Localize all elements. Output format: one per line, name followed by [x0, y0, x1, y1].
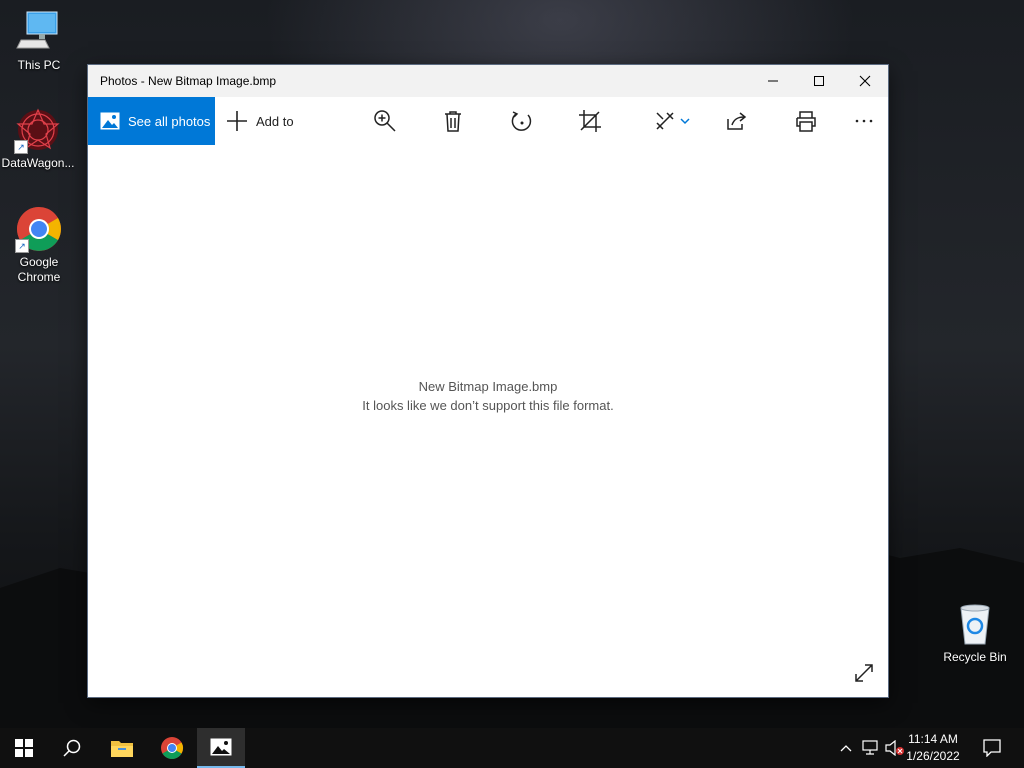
maximize-button[interactable]	[796, 65, 842, 97]
rotate-button[interactable]	[502, 97, 542, 145]
edit-create-icon	[656, 112, 674, 130]
network-button[interactable]	[860, 728, 882, 768]
add-to-label: Add to	[256, 113, 294, 129]
rotate-icon	[511, 111, 532, 131]
plus-icon	[227, 111, 247, 131]
recycle-bin-icon	[951, 600, 999, 648]
desktop-icon-label: Google Chrome	[17, 255, 61, 284]
photo-viewer-area: New Bitmap Image.bmp It looks like we do…	[88, 145, 888, 697]
show-hidden-icons-button[interactable]	[836, 728, 856, 768]
fullscreen-button[interactable]	[852, 661, 876, 685]
photos-icon	[100, 112, 120, 130]
network-icon	[862, 740, 878, 755]
desktop-icon-this-pc[interactable]: This PC	[1, 8, 77, 72]
chevron-down-icon	[680, 118, 690, 125]
photos-icon	[210, 738, 232, 756]
unsupported-format-message: New Bitmap Image.bmp It looks like we do…	[88, 377, 888, 415]
zoom-button[interactable]	[365, 97, 405, 145]
desktop-icon-label: Recycle Bin	[943, 650, 1007, 664]
title-bar[interactable]: Photos - New Bitmap Image.bmp	[88, 65, 888, 97]
chrome-icon: ↗	[15, 205, 63, 253]
chevron-up-icon	[840, 745, 852, 752]
crop-icon	[579, 110, 601, 132]
print-button[interactable]	[786, 97, 826, 145]
share-button[interactable]	[717, 97, 757, 145]
delete-button[interactable]	[433, 97, 473, 145]
more-options-button[interactable]	[844, 97, 884, 145]
shortcut-arrow-icon: ↗	[15, 239, 29, 253]
clock-date: 1/26/2022	[906, 749, 960, 763]
window-controls	[750, 65, 888, 97]
minimize-icon	[768, 80, 778, 82]
see-all-photos-label: See all photos	[128, 113, 211, 129]
chrome-icon	[161, 737, 183, 759]
taskbar: 11:14 AM 1/26/2022	[0, 728, 1024, 768]
window-title: Photos - New Bitmap Image.bmp	[100, 74, 277, 88]
folder-icon	[111, 741, 133, 757]
clock-time: 11:14 AM	[908, 732, 958, 746]
add-to-button[interactable]: Add to	[226, 97, 294, 145]
photos-toolbar: See all photos Add to	[88, 97, 888, 145]
close-button[interactable]	[842, 65, 888, 97]
crop-button[interactable]	[570, 97, 610, 145]
shortcut-arrow-icon: ↗	[14, 140, 28, 154]
maximize-icon	[814, 76, 824, 86]
file-explorer-taskbar-button[interactable]	[98, 728, 146, 768]
share-icon	[727, 112, 747, 130]
close-icon	[859, 75, 871, 87]
zoom-in-icon	[374, 110, 396, 132]
start-button[interactable]	[0, 728, 48, 768]
edit-create-button[interactable]	[648, 97, 696, 145]
desktop-icon-datawagon[interactable]: ↗ DataWagon...	[0, 106, 76, 170]
datawagon-logo-icon: ↗	[14, 106, 62, 154]
clock[interactable]: 11:14 AM 1/26/2022	[900, 731, 966, 765]
desktop-icon-google-chrome[interactable]: ↗ Google Chrome	[1, 205, 77, 285]
desktop-icon-label: DataWagon...	[1, 156, 75, 170]
ellipsis-icon	[855, 119, 873, 123]
expand-icon	[855, 664, 873, 682]
file-name: New Bitmap Image.bmp	[418, 379, 558, 394]
error-message: It looks like we don’t support this file…	[362, 398, 614, 413]
photos-window: Photos - New Bitmap Image.bmp See all ph…	[88, 65, 888, 697]
windows-logo-icon	[15, 739, 33, 757]
action-center-button[interactable]	[968, 728, 1016, 768]
minimize-button[interactable]	[750, 65, 796, 97]
trash-icon	[445, 111, 461, 132]
computer-icon	[15, 8, 63, 56]
search-button[interactable]	[48, 728, 96, 768]
search-icon	[63, 739, 81, 757]
notification-icon	[983, 739, 1001, 757]
chrome-taskbar-button[interactable]	[148, 728, 196, 768]
photos-taskbar-button[interactable]	[197, 728, 245, 768]
printer-icon	[796, 111, 816, 132]
see-all-photos-button[interactable]: See all photos	[88, 97, 215, 145]
desktop-icon-recycle-bin[interactable]: Recycle Bin	[937, 600, 1013, 664]
desktop-icon-label: This PC	[17, 58, 61, 72]
